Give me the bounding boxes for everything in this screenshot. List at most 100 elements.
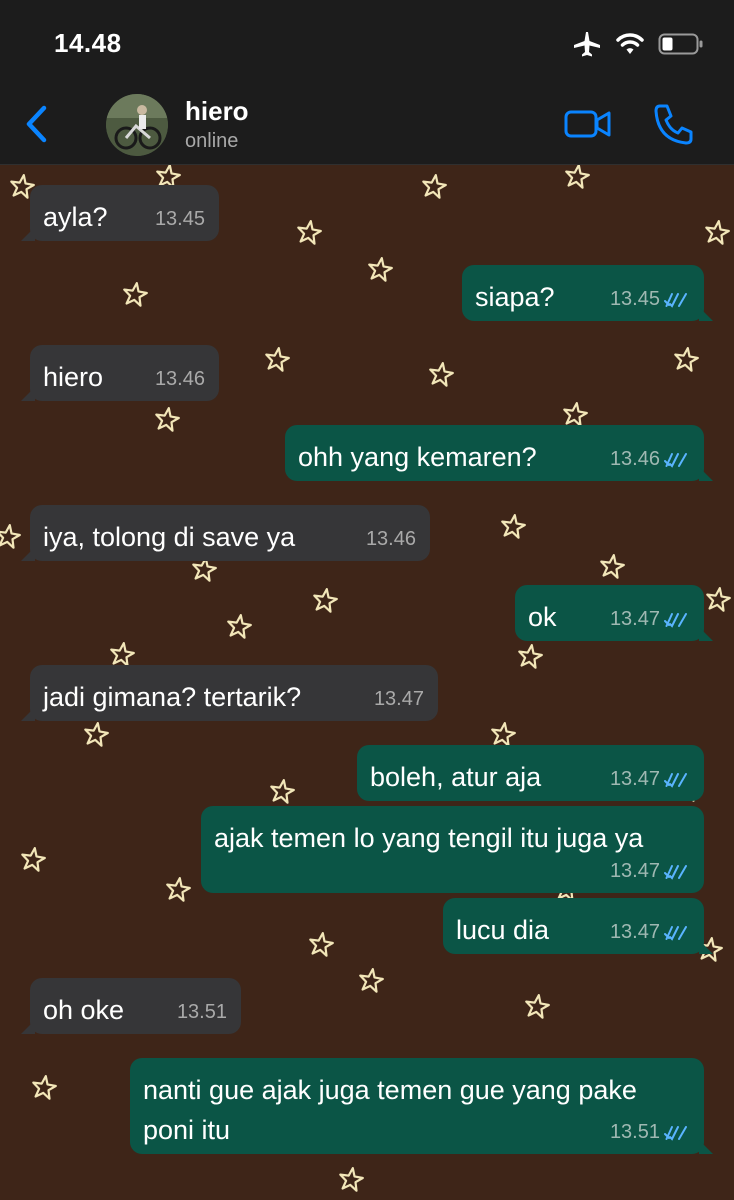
read-receipt-icon [664,1125,687,1141]
status-icons [572,30,704,58]
bubble-tail [699,307,713,321]
bubble-tail [21,387,35,401]
star-icon [359,968,384,993]
star-icon [525,994,550,1019]
star-icon [501,514,526,539]
star-icon [265,347,290,372]
phone-call-icon[interactable] [652,102,694,146]
bubble-tail [21,1020,35,1034]
bubble-tail [699,940,713,954]
star-icon [491,722,516,747]
avatar-photo-icon [106,94,168,156]
read-receipt-icon [664,772,687,788]
star-icon [110,642,135,667]
read-receipt-icon [664,292,687,308]
contact-status: online [185,130,239,152]
star-icon [600,554,625,579]
message-text: lucu dia [456,915,550,945]
message-time: 13.51 [177,1001,227,1024]
message-time: 13.47 [610,921,690,944]
message-time: 13.45 [610,288,690,311]
message-bubble-outgoing[interactable]: ajak temen lo yang tengil itu juga ya 13… [201,806,704,893]
message-bubble-outgoing[interactable]: lucu dia 13.47 [443,898,713,954]
message-bubble-outgoing[interactable]: siapa? 13.45 [462,265,713,321]
message-text: siapa? [475,282,555,312]
message-time-text: 13.51 [609,1121,660,1143]
message-time-text: 13.46 [609,448,660,470]
message-bubble-incoming[interactable]: iya, tolong di save ya 13.46 [21,505,430,561]
star-icon [339,1167,364,1192]
read-receipt-icon [664,925,687,941]
star-icon [192,557,217,582]
battery-icon [658,33,703,55]
message-time-text: 13.47 [609,860,660,882]
message-text: hiero [43,362,104,392]
message-text: ohh yang kemaren? [298,442,537,472]
message-time: 13.47 [374,688,424,711]
star-icon [368,257,393,282]
wifi-icon [616,33,644,54]
message-time: 13.51 [610,1121,690,1144]
airplane-mode-icon [574,32,600,57]
message-time: 13.46 [610,448,690,471]
chat-header: hiero online [0,88,734,165]
message-text: ok [528,602,557,632]
message-time-text: 13.46 [365,528,416,550]
read-receipt-icon [664,864,687,880]
star-icon [297,220,322,245]
star-icon [21,847,46,872]
star-icon [123,282,148,307]
message-text: oh oke [43,995,125,1025]
star-icon [227,614,252,639]
message-time: 13.47 [610,768,690,791]
star-icon [674,347,699,372]
message-bubble-incoming[interactable]: hiero 13.46 [21,345,219,401]
message-time-text: 13.47 [373,688,424,710]
message-time-text: 13.47 [609,608,660,630]
star-icon [309,932,334,957]
message-time: 13.47 [610,860,690,883]
message-bubble-incoming[interactable]: ayla? 13.45 [21,185,219,241]
message-bubble-outgoing[interactable]: nanti gue ajak juga temen gue yang pake … [130,1058,713,1154]
star-icon [0,524,21,549]
star-icon [563,402,588,427]
message-text: iya, tolong di save ya [43,522,296,552]
message-bubble-outgoing[interactable]: ok 13.47 [515,585,713,641]
bubble-tail [699,627,713,641]
status-bar: 14.48 [0,0,734,88]
status-time: 14.48 [54,28,122,58]
contact-avatar[interactable] [106,94,168,156]
message-text: nanti gue ajak juga temen gue yang pake … [143,1075,637,1145]
message-text: ajak temen lo yang tengil itu juga ya [214,823,644,853]
bubble-tail [21,547,35,561]
message-time-text: 13.45 [609,288,660,310]
star-icon [313,588,338,613]
message-time-text: 13.47 [609,768,660,790]
read-receipt-icon [664,452,687,468]
message-time-text: 13.45 [154,208,205,230]
chat-area[interactable]: ayla? 13.45 siapa? 13.45 hiero 13.46 ohh… [0,165,734,1200]
message-time-text: 13.51 [176,1001,227,1023]
message-bubble-outgoing[interactable]: ohh yang kemaren? 13.46 [285,425,713,481]
message-bubble-outgoing[interactable]: boleh, atur aja 13.47 [357,745,704,801]
star-icon [155,407,180,432]
message-text: jadi gimana? tertarik? [43,682,302,712]
star-icon [429,362,454,387]
message-time-text: 13.47 [609,921,660,943]
message-bubble-incoming[interactable]: oh oke 13.51 [21,978,241,1034]
message-bubble-incoming[interactable]: jadi gimana? tertarik? 13.47 [21,665,438,721]
star-icon [706,587,731,612]
video-call-icon[interactable] [564,106,612,142]
back-chevron-icon[interactable] [20,102,52,146]
star-icon [166,877,191,902]
star-icon [518,644,543,669]
message-time: 13.47 [610,608,690,631]
read-receipt-icon [664,612,687,628]
contact-name[interactable]: hiero [185,96,249,127]
message-time-text: 13.46 [154,368,205,390]
message-time: 13.46 [155,368,205,391]
bubble-tail [21,227,35,241]
star-icon [422,174,447,199]
bubble-tail [699,1140,713,1154]
star-icon [565,165,590,189]
